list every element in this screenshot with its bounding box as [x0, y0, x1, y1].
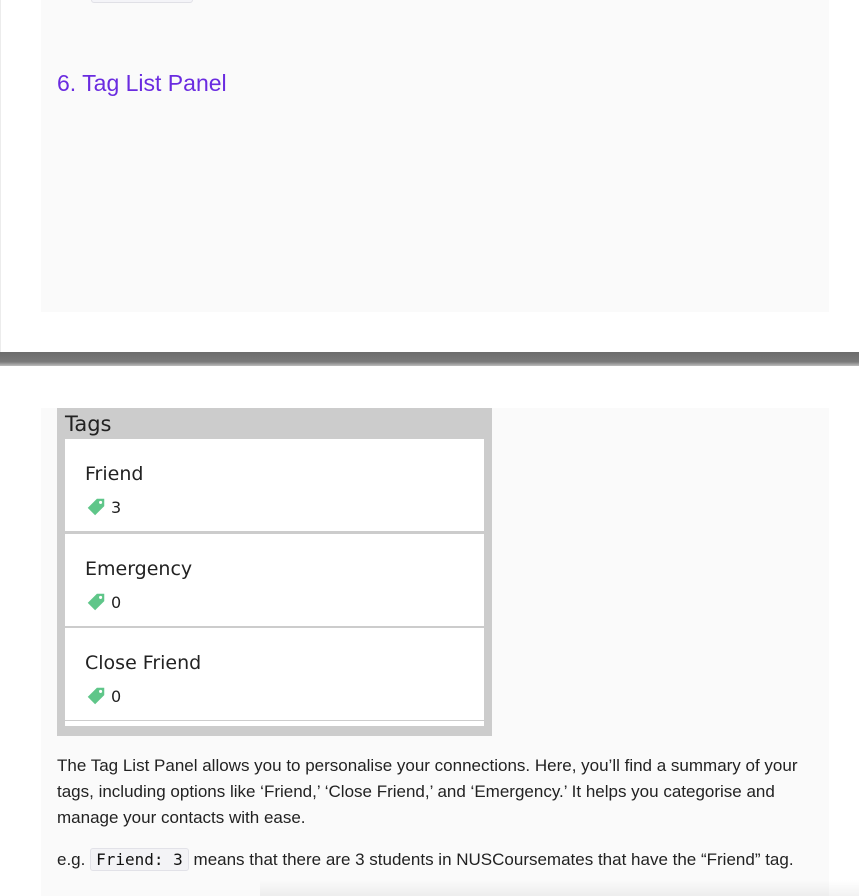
- tag-card: Friend 3: [65, 439, 484, 531]
- tag-list-panel-screenshot: Tags Friend 3 Emergency 0 Close Friend 0: [57, 408, 492, 736]
- tag-count: 0: [111, 592, 122, 612]
- example-paragraph: e.g. Friend: 3 means that there are 3 st…: [57, 847, 817, 873]
- example-code: Friend: 3: [90, 848, 189, 871]
- section-heading: 6. Tag List Panel: [57, 70, 227, 96]
- tag-count: 3: [111, 497, 122, 517]
- content-panel-top: [41, 0, 829, 312]
- tag-icon: [87, 593, 105, 611]
- tag-name: Close Friend: [85, 652, 202, 674]
- floating-shadow: [260, 880, 859, 896]
- tag-count-row: 0: [85, 590, 121, 614]
- code-snippet-fragment: [91, 0, 193, 3]
- example-text: means that there are 3 students in NUSCo…: [193, 850, 794, 869]
- description-paragraph: The Tag List Panel allows you to persona…: [57, 756, 798, 827]
- tag-name: Friend: [85, 463, 144, 485]
- page-edge: [0, 0, 1, 352]
- tag-card: Emergency 0: [65, 534, 484, 626]
- tag-count-row: 0: [85, 684, 121, 708]
- tag-panel-title: Tags: [65, 412, 112, 436]
- tag-count: 0: [111, 686, 122, 706]
- tag-name: Emergency: [85, 558, 193, 580]
- example-prefix: e.g.: [57, 850, 86, 869]
- tag-card: Close Friend 0: [65, 628, 484, 720]
- tag-list-bottom-edge: [65, 721, 484, 726]
- tag-icon: [87, 498, 105, 516]
- image-divider-bar: [0, 352, 859, 366]
- tag-icon: [87, 687, 105, 705]
- tag-count-row: 3: [85, 495, 121, 519]
